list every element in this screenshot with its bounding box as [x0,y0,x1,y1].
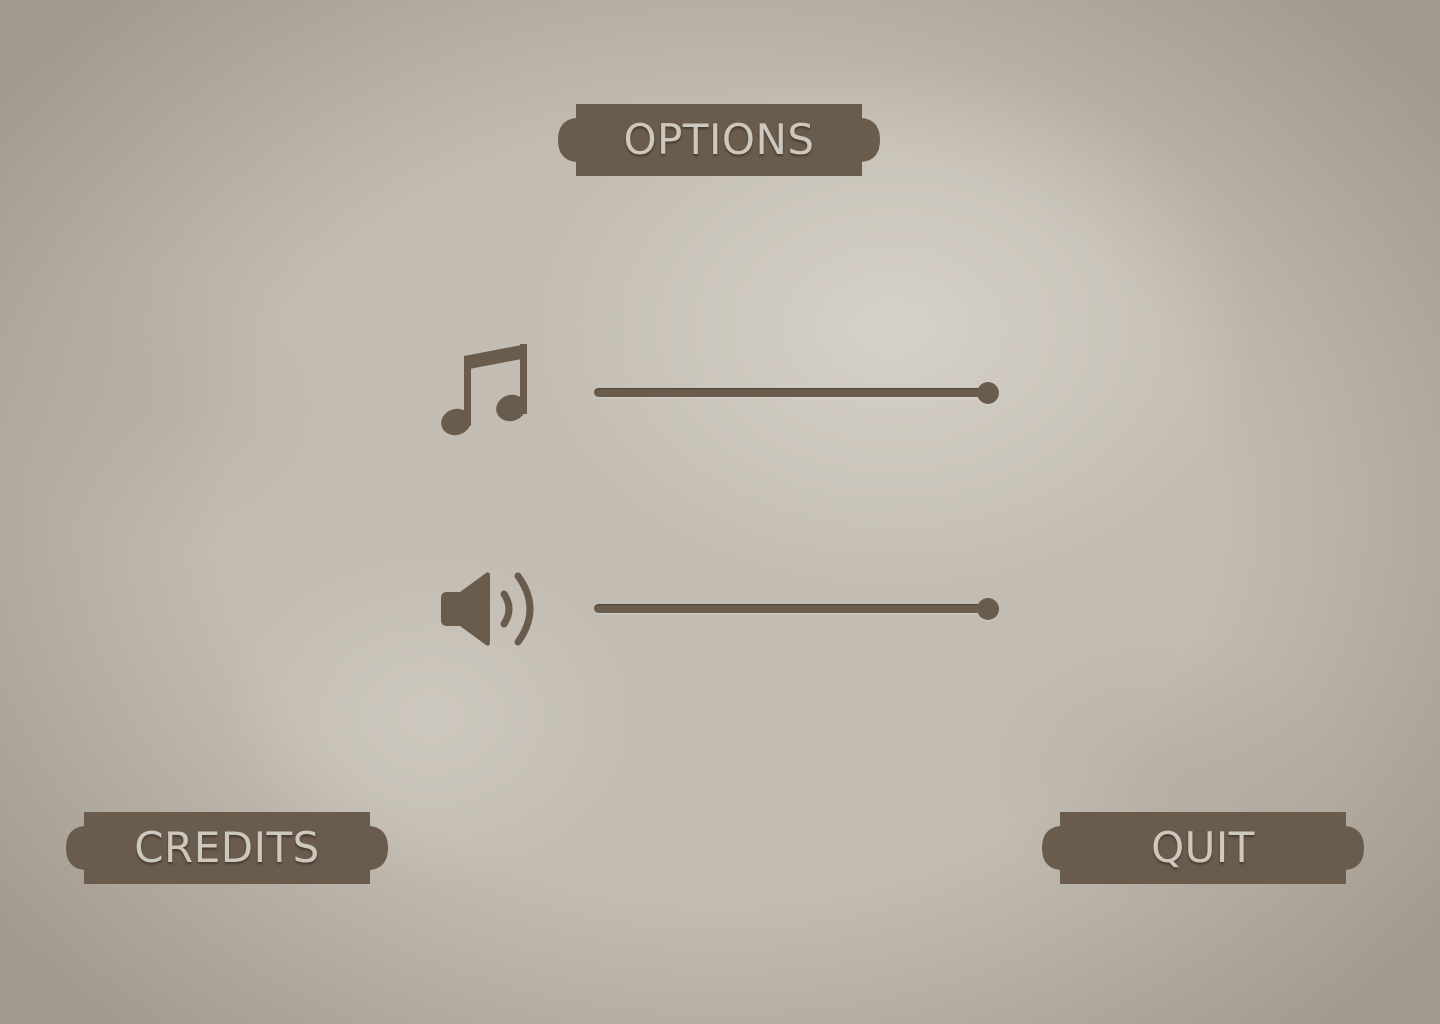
credits-button-plate [66,812,388,884]
quit-button-plate [1042,812,1364,884]
options-title-banner: OPTIONS [558,104,880,176]
sound-volume-slider[interactable] [594,596,1000,622]
music-note-icon [438,342,530,440]
speaker-volume-icon [438,568,546,650]
banner-plate [558,104,880,176]
sound-slider-track [594,604,992,613]
sound-slider-knob[interactable] [977,598,999,620]
music-slider-track [594,388,992,397]
quit-button[interactable]: QUIT [1042,812,1364,884]
credits-button[interactable]: CREDITS [66,812,388,884]
music-volume-slider[interactable] [594,380,1000,406]
music-slider-knob[interactable] [977,382,999,404]
